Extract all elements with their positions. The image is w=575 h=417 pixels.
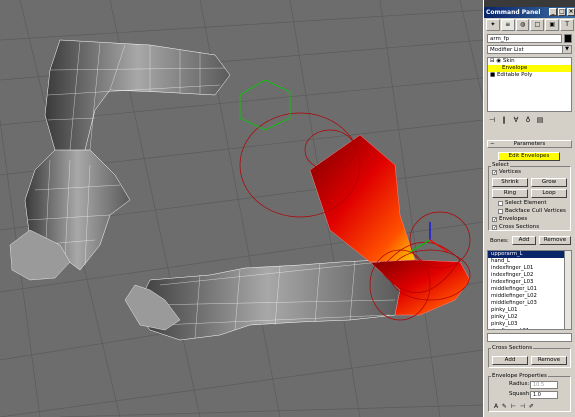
squash-spinner[interactable]: 1.0 — [530, 391, 558, 399]
bone-list-scrollbar[interactable] — [564, 251, 571, 329]
stack-item-label: Editable Poly — [496, 72, 533, 78]
close-button[interactable]: × — [567, 8, 575, 16]
lower-arm-mesh — [134, 134, 471, 341]
bone-list-item[interactable]: pinky_L01 — [488, 307, 571, 314]
loop-button[interactable]: Loop — [531, 189, 567, 198]
chevron-down-icon: ▼ — [562, 46, 571, 53]
backface-cull-checkbox[interactable]: Backface Cull Vertices — [498, 208, 566, 215]
object-color-swatch[interactable] — [564, 34, 572, 43]
modifier-list-label: Modifier List — [490, 47, 524, 53]
bone-list[interactable]: upperarm_L hand_L indexfinger_L01 indexfing… — [487, 250, 572, 330]
stack-toolbar: ⊣ ‖ ∀ ♁ ▤ — [487, 114, 572, 126]
add-cross-section-button[interactable]: Add — [492, 356, 528, 365]
bones-label: Bones: — [490, 238, 509, 244]
command-panel-tabs: ✦ ≡ ◍ □ ▣ T — [486, 19, 574, 31]
make-unique-icon[interactable]: ∀ — [511, 115, 521, 125]
envelopes-checkbox[interactable]: ✓ Envelopes — [492, 216, 527, 223]
bone-list-item[interactable]: ringfinger_L01 — [488, 328, 571, 329]
hierarchy-tab-icon[interactable]: ◍ — [515, 19, 530, 31]
viewport-scene[interactable] — [0, 0, 483, 417]
stack-item-skin[interactable]: ⊟ ◉ Skin — [488, 58, 571, 65]
expand-icon[interactable]: ⊟ ◉ — [490, 58, 503, 64]
shrink-button[interactable]: Shrink — [492, 178, 528, 187]
stack-item-editable-poly[interactable]: ■ Editable Poly — [488, 72, 571, 79]
stack-item-label: Skin — [502, 58, 515, 64]
command-panel-title: Command Panel — [486, 9, 541, 16]
modifier-stack[interactable]: ⊟ ◉ Skin Envelope ■ Editable Poly — [487, 57, 572, 112]
stack-item-envelope[interactable]: Envelope — [488, 65, 571, 72]
squash-label: Squash: — [509, 391, 532, 397]
perspective-viewport[interactable] — [0, 0, 483, 417]
cross-sections-checkbox[interactable]: ✓ Cross Sections — [492, 224, 539, 231]
bone-list-item[interactable]: indexfinger_L02 — [488, 272, 571, 279]
pin-icon[interactable]: ⊣ — [487, 115, 497, 125]
parameters-rollout-header[interactable]: − Parameters — [487, 140, 572, 148]
modifier-list-dropdown[interactable]: Modifier List ▼ — [487, 45, 572, 54]
panel-top-strip — [484, 0, 575, 7]
vertices-checkbox[interactable]: ✓ Vertices — [492, 169, 521, 176]
bone-list-item[interactable]: middlefinger_L01 — [488, 286, 571, 293]
bone-list-item[interactable]: middlefinger_L03 — [488, 300, 571, 307]
object-name-field[interactable]: arm_fp — [487, 34, 562, 43]
select-element-checkbox[interactable]: Select Element — [498, 200, 547, 207]
configure-icon[interactable]: ▤ — [535, 115, 545, 125]
remove-bone-button[interactable]: Remove — [539, 236, 571, 245]
utilities-tab-icon[interactable]: T — [560, 19, 574, 31]
bone-list-item[interactable]: indexfinger_L03 — [488, 279, 571, 286]
checkmark-icon: ✓ — [492, 225, 498, 231]
envelope-tool-icons[interactable]: A ✎ ⊢ ⊣ ✐ — [494, 403, 534, 410]
bone-filter-field[interactable] — [487, 333, 572, 342]
grow-button[interactable]: Grow — [531, 178, 567, 187]
edit-envelopes-button[interactable]: Edit Envelopes — [498, 152, 560, 161]
command-panel-titlebar[interactable]: Command Panel _ □ × — [484, 7, 575, 18]
radius-label: Radius: — [509, 381, 530, 387]
bone-list-item[interactable]: indexfinger_L01 — [488, 265, 571, 272]
bone-list-item[interactable]: pinky_L02 — [488, 314, 571, 321]
cross-sections-group-label: Cross Sections — [491, 345, 534, 351]
bone-list-item[interactable]: upperarm_L — [488, 251, 571, 258]
envelope-properties-label: Envelope Properties — [491, 373, 548, 379]
modify-tab-icon[interactable]: ≡ — [500, 19, 515, 31]
motion-tab-icon[interactable]: □ — [530, 19, 545, 31]
display-tab-icon[interactable]: ▣ — [545, 19, 560, 31]
maximize-button[interactable]: □ — [558, 8, 566, 16]
checkbox-label: Vertices — [499, 169, 521, 175]
bone-list-item[interactable]: hand_L — [488, 258, 571, 265]
show-end-result-icon[interactable]: ‖ — [499, 115, 509, 125]
checkbox-label: Cross Sections — [499, 224, 540, 230]
bone-list-item[interactable]: middlefinger_L02 — [488, 293, 571, 300]
bone-list-item[interactable]: pinky_L03 — [488, 321, 571, 328]
checkbox-label: Envelopes — [499, 216, 528, 222]
select-group-label: Select — [491, 162, 510, 168]
radius-spinner[interactable]: 10.5 — [530, 381, 558, 389]
checkmark-icon: ✓ — [492, 217, 498, 223]
checkbox-label: Backface Cull Vertices — [505, 208, 566, 214]
checkbox-label: Select Element — [505, 200, 547, 206]
remove-cross-section-button[interactable]: Remove — [531, 356, 567, 365]
remove-modifier-icon[interactable]: ♁ — [523, 115, 533, 125]
create-tab-icon[interactable]: ✦ — [486, 19, 500, 31]
rollout-title: Parameters — [513, 141, 546, 147]
poly-icon: ■ — [490, 72, 497, 78]
command-panel: Command Panel _ □ × ✦ ≡ ◍ □ ▣ T arm_fp M… — [483, 0, 575, 417]
minimize-button[interactable]: _ — [549, 8, 557, 16]
upper-arm-mesh — [24, 39, 231, 271]
add-bone-button[interactable]: Add — [512, 236, 536, 245]
ring-button[interactable]: Ring — [492, 189, 528, 198]
checkmark-icon: ✓ — [492, 170, 498, 176]
